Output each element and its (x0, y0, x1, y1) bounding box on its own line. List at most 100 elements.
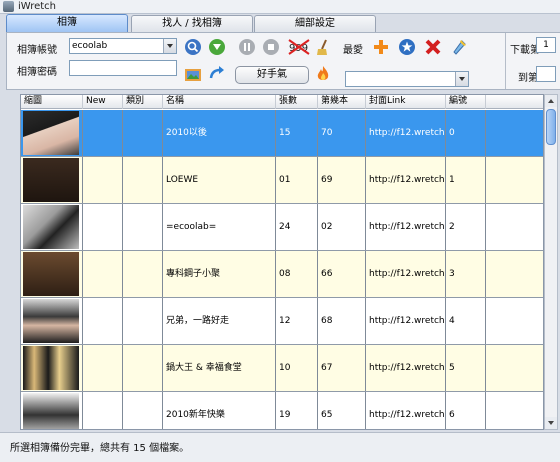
count-cell: 19 (276, 392, 318, 429)
add-icon[interactable] (371, 37, 391, 57)
favorites-label: 最愛 (343, 45, 363, 56)
id-cell: 6 (446, 392, 486, 429)
name-cell: 專科鋼子小聚 (163, 251, 276, 297)
table-row[interactable]: LOEWE0169http://f12.wretch....1 (21, 157, 543, 204)
pause-icon[interactable] (237, 37, 257, 57)
table-row[interactable]: 鍋大王 & 幸福食堂1067http://f12.wretch....5 (21, 345, 543, 392)
thumbnail-cell (21, 251, 83, 297)
table-row[interactable]: =ecoolab=2402http://f12.wretch....2 (21, 204, 543, 251)
tab-strip: 相簿 找人 / 找相簿 細部設定 (6, 14, 560, 32)
col-name[interactable]: 名稱 (163, 95, 276, 109)
name-cell: LOEWE (163, 157, 276, 203)
id-cell: 1 (446, 157, 486, 203)
refresh-icon[interactable] (207, 64, 227, 84)
col-count[interactable]: 張數 (276, 95, 318, 109)
thumbnail-cell (21, 392, 83, 429)
image-folder-icon[interactable] (183, 64, 203, 84)
count-cell: 10 (276, 345, 318, 391)
table-row[interactable]: 專科鋼子小聚0866http://f12.wretch....3 (21, 251, 543, 298)
tab-detail-settings[interactable]: 細部設定 (254, 15, 376, 32)
cover-link-cell: http://f12.wretch.... (366, 110, 446, 156)
album-thumbnail[interactable] (23, 205, 79, 249)
lucky-button[interactable]: 好手氣 (235, 66, 309, 84)
pin-icon[interactable] (449, 37, 469, 57)
name-cell: 2010以後 (163, 110, 276, 156)
window-title: iWretch (18, 1, 57, 12)
fire-icon[interactable] (313, 64, 333, 84)
book-number-cell: 70 (318, 110, 366, 156)
password-field[interactable] (69, 60, 177, 76)
book-number-cell: 69 (318, 157, 366, 203)
album-thumbnail[interactable] (23, 393, 79, 429)
scroll-down-icon[interactable] (545, 417, 557, 429)
col-book-number[interactable]: 第幾本 (318, 95, 366, 109)
broom-icon[interactable] (313, 37, 333, 57)
scroll-thumb[interactable] (546, 109, 556, 145)
new-cell (83, 204, 123, 250)
category-cell (123, 110, 163, 156)
download-from-field[interactable]: 1 (536, 37, 556, 53)
col-id[interactable]: 編號 (446, 95, 486, 109)
tab-albums[interactable]: 相簿 (6, 14, 128, 32)
search-icon[interactable] (183, 37, 203, 57)
star-icon[interactable] (397, 37, 417, 57)
toolbar-panel: 相簿帳號 ecoolab 相簿密碼 999 最愛 好手氣 (6, 32, 560, 90)
download-to-label: 到第 (518, 73, 538, 84)
count-cell: 08 (276, 251, 318, 297)
delete-icon[interactable] (423, 37, 443, 57)
album-thumbnail[interactable] (23, 299, 79, 343)
count-cell: 12 (276, 298, 318, 344)
id-cell: 3 (446, 251, 486, 297)
new-cell (83, 298, 123, 344)
category-cell (123, 204, 163, 250)
account-value: ecoolab (72, 41, 108, 51)
col-cover-link[interactable]: 封面Link (366, 95, 446, 109)
col-thumbnail[interactable]: 縮圖 (21, 95, 83, 109)
table-row[interactable]: 2010以後1570http://f12.wretch....0 (21, 110, 543, 157)
password-label: 相簿密碼 (17, 67, 57, 78)
category-cell (123, 392, 163, 429)
no-999-icon[interactable]: 999 (287, 37, 311, 57)
thumbnail-cell (21, 204, 83, 250)
scroll-up-icon[interactable] (545, 95, 557, 107)
download-icon[interactable] (207, 37, 227, 57)
new-cell (83, 157, 123, 203)
id-cell: 0 (446, 110, 486, 156)
count-cell: 01 (276, 157, 318, 203)
name-cell: 2010新年快樂 (163, 392, 276, 429)
chevron-down-icon[interactable] (455, 72, 468, 86)
download-range-box: 下載第 1 頁 到第 頁 (505, 33, 560, 89)
category-cell (123, 345, 163, 391)
new-cell (83, 251, 123, 297)
id-cell: 2 (446, 204, 486, 250)
id-cell: 5 (446, 345, 486, 391)
thumbnail-cell (21, 157, 83, 203)
table-row[interactable]: 兄弟，一路好走1268http://f12.wretch....4 (21, 298, 543, 345)
count-cell: 15 (276, 110, 318, 156)
stop-icon[interactable] (261, 37, 281, 57)
vertical-scrollbar[interactable] (544, 94, 558, 430)
chevron-down-icon[interactable] (163, 39, 176, 53)
favorites-combo[interactable] (345, 71, 469, 87)
table-header: 縮圖 New 類別 名稱 張數 第幾本 封面Link 編號 (21, 95, 543, 109)
tab-find-people[interactable]: 找人 / 找相簿 (131, 15, 253, 32)
album-thumbnail[interactable] (23, 346, 79, 390)
album-thumbnail[interactable] (23, 111, 79, 155)
col-new[interactable]: New (83, 95, 123, 109)
status-text: 所選相簿備份完畢，總共有 15 個檔案。 (10, 443, 190, 454)
id-cell: 4 (446, 298, 486, 344)
new-cell (83, 110, 123, 156)
table-row[interactable]: 2010新年快樂1965http://f12.wretch....6 (21, 392, 543, 429)
title-bar: iWretch (0, 0, 560, 14)
download-to-field[interactable] (536, 66, 556, 82)
album-thumbnail[interactable] (23, 252, 79, 296)
cover-link-cell: http://f12.wretch.... (366, 392, 446, 429)
thumbnail-cell (21, 345, 83, 391)
name-cell: 兄弟，一路好走 (163, 298, 276, 344)
category-cell (123, 251, 163, 297)
name-cell: =ecoolab= (163, 204, 276, 250)
count-cell: 24 (276, 204, 318, 250)
account-combo[interactable]: ecoolab (69, 38, 177, 54)
col-category[interactable]: 類別 (123, 95, 163, 109)
album-thumbnail[interactable] (23, 158, 79, 202)
